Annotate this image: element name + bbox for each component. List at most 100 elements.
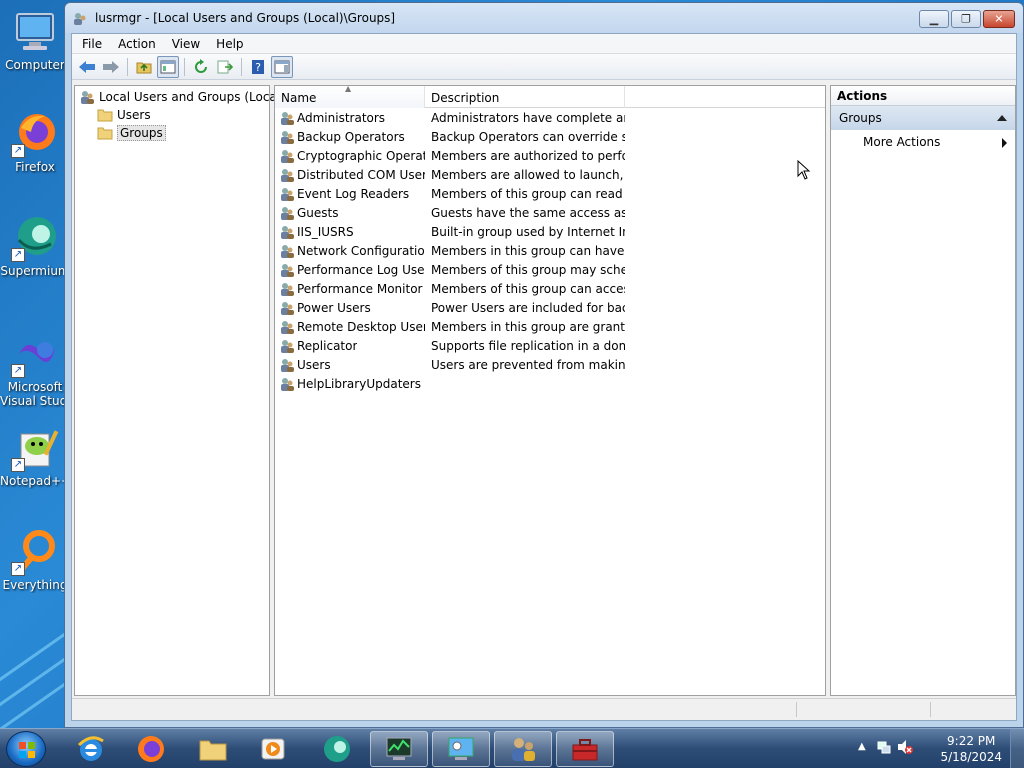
menu-help[interactable]: Help (208, 34, 251, 54)
taskbar-firefox[interactable] (122, 731, 180, 767)
media-player-icon (261, 738, 285, 760)
desktop-icon-visual-studio[interactable]: ↗ Microsoft Visual Studio (0, 330, 70, 408)
action-more-actions[interactable]: More Actions (831, 130, 1015, 154)
taskbar-internet-explorer[interactable] (62, 731, 120, 767)
group-name: Users (297, 357, 331, 372)
cell-name: Power Users (275, 300, 425, 316)
supermium-icon (324, 736, 350, 762)
desktop-icon-notepadpp[interactable]: ↗ Notepad++ (0, 424, 70, 489)
show-hide-action-pane-button[interactable] (271, 55, 293, 78)
table-row[interactable]: Backup Operators Backup Operators can ove… (275, 127, 825, 146)
table-row[interactable]: HelpLibraryUpdaters (275, 374, 825, 393)
taskbar-performance-monitor[interactable] (370, 731, 428, 767)
console-tree-icon (160, 60, 176, 73)
table-row[interactable]: Remote Desktop Users Members in this grou… (275, 317, 825, 336)
status-segment (796, 702, 797, 717)
refresh-button[interactable] (190, 56, 212, 78)
group-description: Members in this group are grante... (431, 319, 625, 334)
group-icon (279, 205, 295, 221)
group-icon (279, 186, 295, 202)
shortcut-arrow-icon: ↗ (11, 144, 25, 158)
cell-name: Guests (275, 205, 425, 221)
table-row[interactable]: Cryptographic Operat... Members are autho… (275, 146, 825, 165)
table-row[interactable]: Administrators Administrators have comple… (275, 108, 825, 127)
table-row[interactable]: Network Configuratio... Members in this g… (275, 241, 825, 260)
taskbar-lusrmgr[interactable] (494, 731, 552, 767)
list-header: ▲ Name Description (275, 84, 825, 108)
group-name: Remote Desktop Users (297, 319, 425, 334)
export-list-icon (217, 60, 233, 73)
back-arrow-icon (79, 60, 95, 73)
group-description: Power Users are included for back... (431, 300, 625, 315)
column-header-name[interactable]: ▲ Name (275, 84, 425, 108)
submenu-arrow-icon (1002, 138, 1007, 148)
table-row[interactable]: IIS_IUSRS Built-in group used by Internet… (275, 222, 825, 241)
maximize-button[interactable]: ❐ (951, 10, 981, 28)
title-bar[interactable]: lusrmgr - [Local Users and Groups (Local… (65, 3, 1023, 33)
content-panes: Local Users and Groups (Local) Users Gro… (72, 82, 1016, 698)
supermium-icon: ↗ (11, 214, 59, 262)
taskbar-media-player[interactable] (244, 731, 302, 767)
everything-icon: ↗ (11, 528, 59, 576)
group-icon (279, 319, 295, 335)
taskbar-supermium[interactable] (308, 731, 366, 767)
help-button[interactable]: ? (247, 56, 269, 78)
table-row[interactable]: Performance Log Users Members of this gro… (275, 260, 825, 279)
table-row[interactable]: Users Users are prevented from making ... (275, 355, 825, 374)
group-icon (279, 262, 295, 278)
toolbar-separator (241, 57, 242, 76)
column-header-label: Description (431, 91, 500, 105)
group-icon (279, 376, 295, 392)
taskbar-toolbox[interactable] (556, 731, 614, 767)
desktop-icon-everything[interactable]: ↗ Everything (0, 528, 70, 593)
tree-item-label: Local Users and Groups (Local) (99, 90, 285, 104)
column-header-description[interactable]: Description (425, 86, 625, 108)
table-row[interactable]: Power Users Power Users are included for … (275, 298, 825, 317)
shortcut-arrow-icon: ↗ (11, 458, 25, 472)
group-description: Members of this group may sche... (431, 262, 625, 277)
tree-item-root[interactable]: Local Users and Groups (Local) (79, 88, 285, 106)
show-desktop-button[interactable] (1010, 729, 1024, 768)
table-row[interactable]: Performance Monitor ... Members of this g… (275, 279, 825, 298)
table-row[interactable]: Guests Guests have the same access as m..… (275, 203, 825, 222)
show-hide-console-tree-button[interactable] (157, 55, 179, 78)
taskbar-explorer[interactable] (184, 731, 242, 767)
cell-name: Replicator (275, 338, 425, 354)
up-one-level-button[interactable] (133, 56, 155, 78)
minimize-button[interactable]: ▁ (919, 10, 949, 28)
group-name: Network Configuratio... (297, 243, 425, 258)
table-row[interactable]: Replicator Supports file replication in a… (275, 336, 825, 355)
desktop-icon-label: Firefox (15, 160, 55, 174)
cell-name: Cryptographic Operat... (275, 148, 425, 164)
menu-action[interactable]: Action (110, 34, 164, 54)
menu-file[interactable]: File (74, 34, 110, 54)
taskbar-computer-management[interactable] (432, 731, 490, 767)
group-description: Supports file replication in a dom... (431, 338, 625, 353)
cell-name: HelpLibraryUpdaters (275, 376, 425, 392)
tree-item-groups[interactable]: Groups (97, 124, 166, 142)
start-button[interactable] (6, 731, 46, 767)
menu-view[interactable]: View (164, 34, 208, 54)
group-icon (279, 357, 295, 373)
export-list-button[interactable] (214, 56, 236, 78)
tree-item-users[interactable]: Users (97, 106, 151, 124)
table-row[interactable]: Distributed COM Users Members are allowed… (275, 165, 825, 184)
desktop-icon-label: Notepad++ (0, 474, 70, 488)
back-button[interactable] (76, 56, 98, 78)
close-button[interactable]: ✕ (983, 10, 1015, 28)
actions-group-groups[interactable]: Groups (831, 106, 1015, 130)
group-icon (279, 110, 295, 126)
forward-button[interactable] (100, 56, 122, 78)
status-bar (72, 698, 1016, 720)
desktop-icon-supermium[interactable]: ↗ Supermium (0, 214, 70, 279)
action-label: More Actions (863, 135, 941, 149)
clock[interactable]: 9:22 PM 5/18/2024 (940, 733, 1002, 765)
volume-muted-icon[interactable] (896, 739, 914, 758)
desktop-icon-computer[interactable]: Computer (0, 8, 70, 73)
network-icon[interactable] (876, 739, 892, 758)
desktop-icon-firefox[interactable]: ↗ Firefox (0, 110, 70, 175)
sort-ascending-icon: ▲ (345, 84, 352, 93)
table-row[interactable]: Event Log Readers Members of this group c… (275, 184, 825, 203)
show-hidden-icons-button[interactable]: ▲ (858, 741, 866, 752)
desktop-icon-label: Microsoft (7, 380, 63, 394)
